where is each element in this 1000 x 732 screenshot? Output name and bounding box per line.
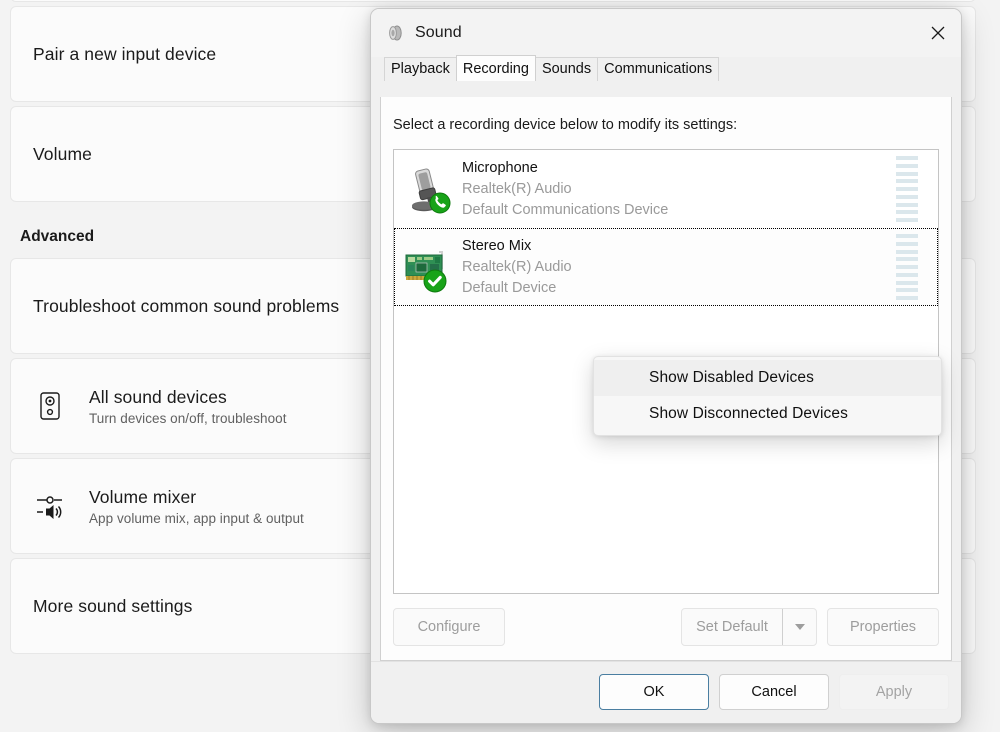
properties-button[interactable]: Properties — [827, 608, 939, 646]
device-status: Default Device — [462, 278, 896, 299]
sound-card-icon — [400, 239, 456, 295]
card-title: All sound devices — [89, 387, 287, 408]
card-subtitle: App volume mix, app input & output — [89, 511, 304, 526]
close-icon[interactable] — [914, 9, 961, 57]
cancel-button[interactable]: Cancel — [719, 674, 829, 710]
card-title: More sound settings — [33, 596, 193, 617]
device-driver: Realtek(R) Audio — [462, 179, 896, 200]
set-default-split-button[interactable]: Set Default — [681, 608, 817, 646]
card-title: Pair a new input device — [33, 44, 216, 65]
menu-item-show-disabled-devices[interactable]: Show Disabled Devices — [594, 360, 941, 396]
dialog-titlebar: Sound — [371, 9, 961, 57]
tab-communications[interactable]: Communications — [597, 57, 719, 81]
ok-button[interactable]: OK — [599, 674, 709, 710]
context-menu: Show Disabled Devices Show Disconnected … — [593, 356, 942, 436]
device-driver: Realtek(R) Audio — [462, 257, 896, 278]
settings-card-partial-top[interactable] — [10, 0, 976, 2]
tab-recording[interactable]: Recording — [456, 55, 536, 81]
card-title: Volume mixer — [89, 487, 304, 508]
dialog-tabstrip: Playback Recording Sounds Communications — [371, 57, 961, 81]
dialog-footer: OK Cancel Apply — [371, 661, 961, 723]
communications-badge — [430, 193, 450, 213]
device-name: Stereo Mix — [462, 236, 896, 257]
dialog-title: Sound — [415, 24, 462, 42]
tab-sounds[interactable]: Sounds — [535, 57, 598, 81]
card-subtitle: Turn devices on/off, troubleshoot — [89, 411, 287, 426]
device-name: Microphone — [462, 158, 896, 179]
device-status: Default Communications Device — [462, 200, 896, 221]
tab-playback[interactable]: Playback — [384, 57, 457, 81]
card-title: Troubleshoot common sound problems — [33, 296, 339, 317]
microphone-icon — [400, 161, 456, 217]
speaker-device-icon — [33, 391, 67, 421]
device-action-buttons: Configure Set Default Properties — [393, 608, 939, 646]
speaker-icon — [385, 23, 405, 43]
volume-meter — [896, 156, 918, 222]
default-check-badge — [424, 270, 446, 292]
configure-button[interactable]: Configure — [393, 608, 505, 646]
menu-item-show-disconnected-devices[interactable]: Show Disconnected Devices — [594, 396, 941, 432]
panel-instruction-label: Select a recording device below to modif… — [381, 97, 951, 133]
volume-meter — [896, 234, 918, 300]
apply-button[interactable]: Apply — [839, 674, 949, 710]
volume-mixer-icon — [33, 492, 67, 520]
set-default-label: Set Default — [682, 619, 782, 635]
card-title: Volume — [33, 144, 92, 165]
chevron-down-icon[interactable] — [782, 609, 816, 645]
device-row-microphone[interactable]: Microphone Realtek(R) Audio Default Comm… — [394, 150, 938, 228]
device-row-stereo-mix[interactable]: Stereo Mix Realtek(R) Audio Default Devi… — [394, 228, 938, 306]
